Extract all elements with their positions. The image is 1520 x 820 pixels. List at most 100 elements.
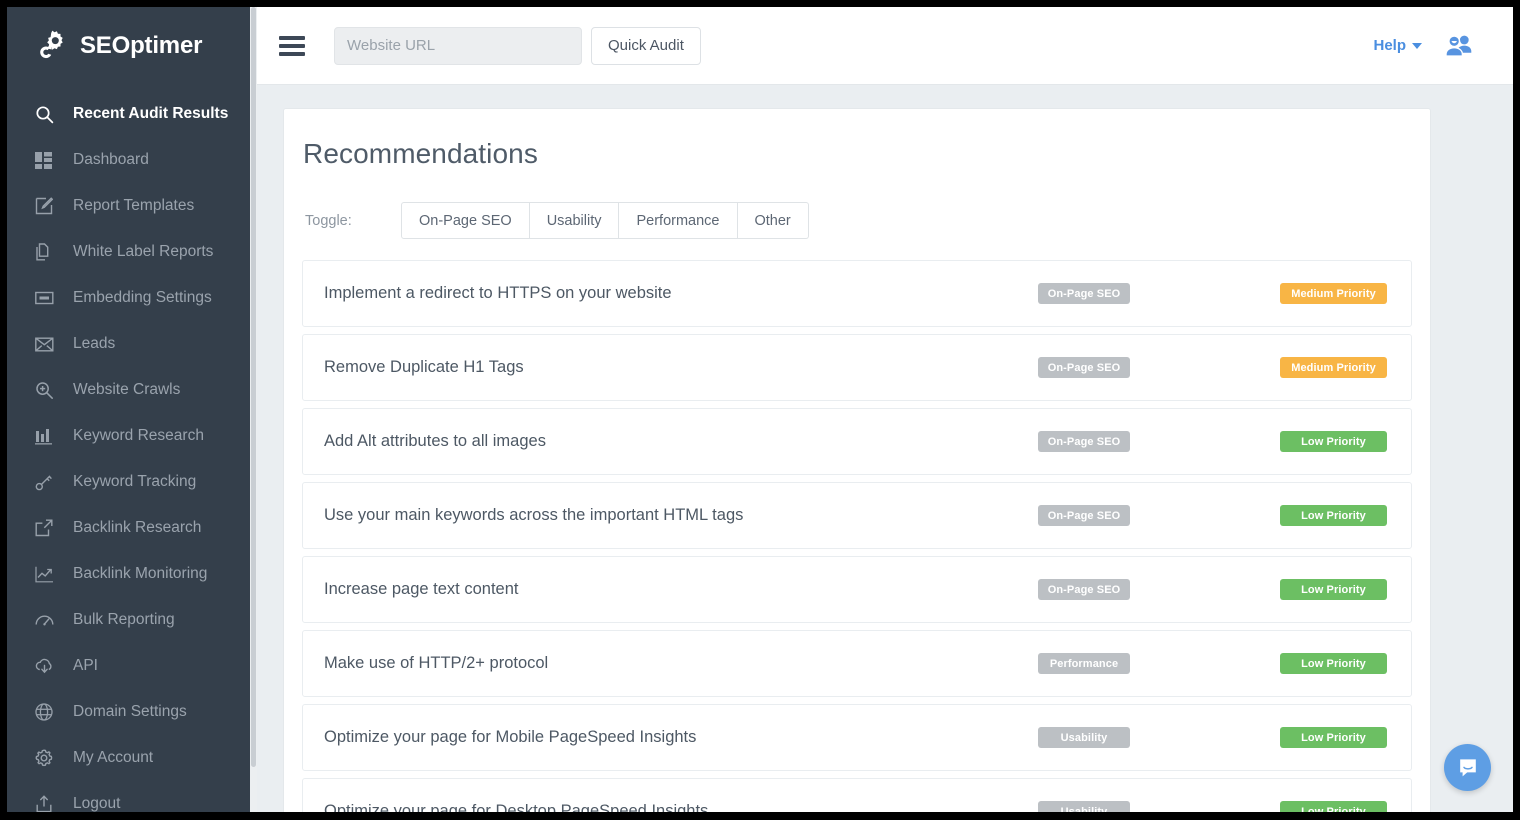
quick-audit-button[interactable]: Quick Audit — [591, 27, 701, 65]
sidebar-item-label: Backlink Research — [63, 519, 201, 537]
sidebar-item-backlink-monitoring[interactable]: Backlink Monitoring — [7, 551, 250, 597]
bar-chart-icon — [35, 428, 63, 445]
cloud-download-icon — [35, 658, 63, 675]
browser-viewport: SEOptimer Recent Audit Results — [7, 7, 1513, 812]
key-icon — [35, 473, 63, 491]
recommendation-title: Increase page text content — [324, 580, 1038, 599]
seoptimer-gear-logo-icon — [37, 29, 71, 63]
sidebar-item-label: Website Crawls — [63, 381, 180, 399]
recommendation-row[interactable]: Optimize your page for Desktop PageSpeed… — [302, 778, 1412, 812]
sidebar: SEOptimer Recent Audit Results — [7, 7, 250, 812]
priority-badge: Medium Priority — [1280, 283, 1387, 304]
page-title: Recommendations — [284, 109, 1430, 170]
sidebar-item-report-templates[interactable]: Report Templates — [7, 183, 250, 229]
recommendation-row[interactable]: Use your main keywords across the import… — [302, 482, 1412, 549]
search-input[interactable] — [334, 27, 582, 65]
users-avatar-icon[interactable] — [1444, 34, 1474, 58]
search-plus-icon — [35, 381, 63, 400]
recommendations-card: Recommendations Toggle: On-Page SEO Usab… — [283, 108, 1431, 812]
sidebar-item-label: Keyword Research — [63, 427, 204, 445]
sidebar-item-label: Leads — [63, 335, 115, 353]
sidebar-item-label: Bulk Reporting — [63, 611, 175, 629]
sidebar-item-bulk-reporting[interactable]: Bulk Reporting — [7, 597, 250, 643]
sidebar-item-my-account[interactable]: My Account — [7, 735, 250, 781]
sidebar-item-label: White Label Reports — [63, 243, 213, 261]
help-menu[interactable]: Help — [1373, 37, 1422, 54]
screenshot-frame: SEOptimer Recent Audit Results — [0, 0, 1520, 820]
recommendation-title: Optimize your page for Desktop PageSpeed… — [324, 802, 1038, 812]
category-badge: Usability — [1038, 727, 1130, 748]
recommendation-title: Make use of HTTP/2+ protocol — [324, 654, 1038, 673]
recommendation-row[interactable]: Optimize your page for Mobile PageSpeed … — [302, 704, 1412, 771]
toggle-label: Toggle: — [305, 213, 401, 229]
sidebar-item-label: My Account — [63, 749, 153, 767]
sidebar-item-api[interactable]: API — [7, 643, 250, 689]
sidebar-item-recent-audit-results[interactable]: Recent Audit Results — [7, 91, 250, 137]
recommendation-row[interactable]: Make use of HTTP/2+ protocol Performance… — [302, 630, 1412, 697]
hamburger-icon[interactable] — [279, 36, 305, 56]
recommendation-row[interactable]: Remove Duplicate H1 Tags On-Page SEO Med… — [302, 334, 1412, 401]
recommendation-row[interactable]: Increase page text content On-Page SEO L… — [302, 556, 1412, 623]
edit-document-icon — [35, 197, 63, 215]
category-badge: On-Page SEO — [1038, 579, 1130, 600]
priority-badge: Low Priority — [1280, 579, 1387, 600]
intercom-chat-icon[interactable] — [1444, 744, 1491, 791]
line-chart-icon — [35, 566, 63, 583]
recommendations-list: Implement a redirect to HTTPS on your we… — [284, 239, 1430, 812]
brand-logo[interactable]: SEOptimer — [7, 7, 250, 85]
sidebar-item-label: Dashboard — [63, 151, 149, 169]
recommendation-row[interactable]: Add Alt attributes to all images On-Page… — [302, 408, 1412, 475]
sidebar-item-label: Embedding Settings — [63, 289, 212, 307]
recommendation-row[interactable]: Implement a redirect to HTTPS on your we… — [302, 260, 1412, 327]
recommendation-title: Add Alt attributes to all images — [324, 432, 1038, 451]
sidebar-item-domain-settings[interactable]: Domain Settings — [7, 689, 250, 735]
sidebar-item-label: Domain Settings — [63, 703, 187, 721]
priority-badge: Low Priority — [1280, 505, 1387, 526]
gear-icon — [35, 749, 63, 767]
toggle-performance[interactable]: Performance — [619, 202, 737, 239]
sidebar-item-backlink-research[interactable]: Backlink Research — [7, 505, 250, 551]
recommendation-title: Remove Duplicate H1 Tags — [324, 358, 1038, 377]
search-icon — [35, 105, 63, 124]
sidebar-item-leads[interactable]: Leads — [7, 321, 250, 367]
sidebar-scrollbar-thumb[interactable] — [251, 7, 256, 767]
main-content: Recommendations Toggle: On-Page SEO Usab… — [257, 86, 1513, 812]
globe-icon — [35, 703, 63, 721]
sidebar-item-label: Keyword Tracking — [63, 473, 196, 491]
top-bar-right: Help — [1373, 34, 1513, 58]
category-badge: On-Page SEO — [1038, 505, 1130, 526]
category-badge: On-Page SEO — [1038, 357, 1130, 378]
sidebar-item-website-crawls[interactable]: Website Crawls — [7, 367, 250, 413]
grid-icon — [35, 152, 63, 169]
category-toggle-group: On-Page SEO Usability Performance Other — [401, 202, 809, 239]
sidebar-item-embedding-settings[interactable]: Embedding Settings — [7, 275, 250, 321]
priority-badge: Low Priority — [1280, 431, 1387, 452]
category-badge: Performance — [1038, 653, 1130, 674]
priority-badge: Low Priority — [1280, 727, 1387, 748]
recommendation-title: Implement a redirect to HTTPS on your we… — [324, 284, 1038, 303]
priority-badge: Low Priority — [1280, 653, 1387, 674]
sidebar-item-dashboard[interactable]: Dashboard — [7, 137, 250, 183]
caret-down-icon — [1412, 43, 1422, 49]
sidebar-item-keyword-tracking[interactable]: Keyword Tracking — [7, 459, 250, 505]
brand-name: SEOptimer — [80, 32, 202, 60]
sidebar-item-label: Backlink Monitoring — [63, 565, 207, 583]
category-badge: Usability — [1038, 801, 1130, 812]
sidebar-item-white-label-reports[interactable]: White Label Reports — [7, 229, 250, 275]
toggle-other[interactable]: Other — [738, 202, 809, 239]
priority-badge: Low Priority — [1280, 801, 1387, 812]
logout-upload-icon — [35, 795, 63, 812]
copy-files-icon — [35, 243, 63, 261]
recommendation-title: Use your main keywords across the import… — [324, 506, 1038, 525]
sidebar-item-label: Recent Audit Results — [63, 105, 228, 123]
priority-badge: Medium Priority — [1280, 357, 1387, 378]
sidebar-item-logout[interactable]: Logout — [7, 781, 250, 812]
sidebar-item-label: API — [63, 657, 98, 675]
sidebar-item-keyword-research[interactable]: Keyword Research — [7, 413, 250, 459]
toggle-on-page-seo[interactable]: On-Page SEO — [401, 202, 530, 239]
toggle-usability[interactable]: Usability — [530, 202, 620, 239]
category-badge: On-Page SEO — [1038, 283, 1130, 304]
sidebar-scrollbar[interactable] — [250, 7, 257, 812]
external-link-icon — [35, 519, 63, 537]
sidebar-nav: Recent Audit Results Dashboard — [7, 85, 250, 812]
